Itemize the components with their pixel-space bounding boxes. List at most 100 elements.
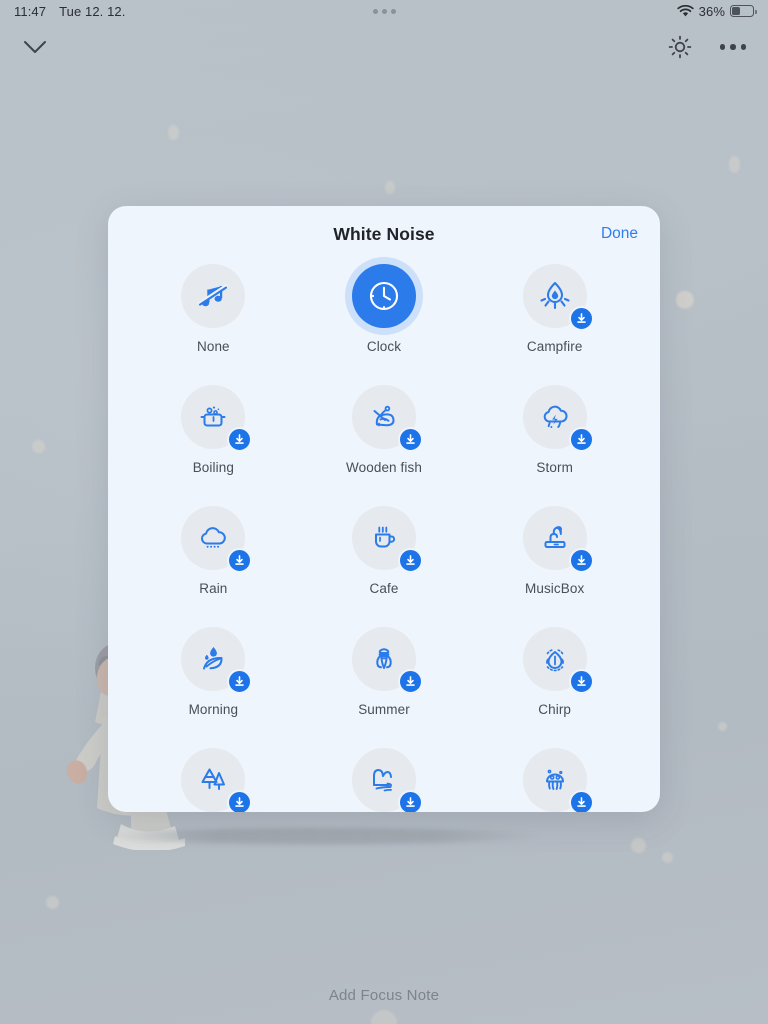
status-bar-left: 11:47 Tue 12. 12. <box>14 4 125 19</box>
bokeh-dot <box>168 125 179 140</box>
icon-wrap <box>351 627 423 694</box>
battery-percent-label: 36% <box>698 3 725 19</box>
sound-option-wooden-fish[interactable]: Wooden fish <box>299 385 470 475</box>
download-icon <box>406 434 415 444</box>
campfire-icon <box>540 282 570 310</box>
download-badge[interactable] <box>568 669 594 694</box>
sound-option-rain[interactable]: Rain <box>128 506 299 596</box>
modal-title: White Noise <box>333 223 435 244</box>
sound-label: MusicBox <box>525 581 585 596</box>
sound-option-cafe[interactable]: Cafe <box>299 506 470 596</box>
download-badge[interactable] <box>568 306 594 331</box>
icon-wrap <box>351 748 423 812</box>
done-button[interactable]: Done <box>601 225 638 243</box>
modal-header: White Noise Done <box>108 206 660 262</box>
chevron-down-icon <box>24 41 46 53</box>
status-time: 11:47 <box>14 3 47 19</box>
boiling-pot-icon <box>200 406 226 427</box>
sound-label: Clock <box>366 339 402 354</box>
download-badge[interactable] <box>397 427 423 452</box>
download-badge[interactable] <box>568 548 594 573</box>
download-badge[interactable] <box>227 548 253 573</box>
brightness-icon <box>668 35 691 59</box>
top-nav-bar <box>0 26 768 68</box>
sound-options-grid: None Clock Campfire Boiling Wooden fish … <box>108 262 660 812</box>
download-icon <box>406 797 415 807</box>
sound-option-campfire[interactable]: Campfire <box>469 264 640 354</box>
pine-trees-icon <box>201 768 226 790</box>
bokeh-dot <box>32 440 45 453</box>
music-box-icon <box>544 526 566 548</box>
sound-option-chirp[interactable]: Chirp <box>469 627 640 717</box>
cricket-icon <box>545 649 564 672</box>
white-noise-modal: White Noise Done None Clock Campfire Boi… <box>108 206 660 812</box>
sound-label: Storm <box>536 460 573 475</box>
bokeh-dot <box>729 156 740 173</box>
clock-icon <box>369 281 399 311</box>
icon-wrap <box>181 264 246 328</box>
add-focus-note-button[interactable]: Add Focus Note <box>0 987 768 1004</box>
download-icon <box>235 676 245 686</box>
more-options-button[interactable] <box>719 44 746 50</box>
download-badge[interactable] <box>568 427 594 452</box>
sound-option-boiling[interactable]: Boiling <box>128 385 299 475</box>
download-icon <box>406 555 415 565</box>
sound-option-storm[interactable]: Storm <box>469 385 640 475</box>
download-icon <box>235 797 245 807</box>
icon-circle <box>181 264 246 328</box>
music-note-off-icon <box>198 284 229 307</box>
sound-label: Wooden fish <box>346 460 422 475</box>
sound-label: None <box>196 339 230 354</box>
bokeh-dot <box>718 722 727 731</box>
sound-label: Cafe <box>369 581 399 596</box>
more-horizontal-icon <box>719 44 746 50</box>
icon-wrap <box>522 385 594 452</box>
download-badge[interactable] <box>227 427 253 452</box>
icon-wrap <box>181 385 253 452</box>
collapse-button[interactable] <box>22 39 48 55</box>
sound-label: Chirp <box>538 702 572 717</box>
top-nav-right <box>668 35 746 59</box>
download-icon <box>235 555 245 565</box>
status-bar: 11:47 Tue 12. 12. 36% <box>0 0 768 22</box>
sound-option-summer[interactable]: Summer <box>299 627 470 717</box>
sound-option-morning[interactable]: Morning <box>128 627 299 717</box>
download-badge[interactable] <box>227 790 253 812</box>
rain-cloud-icon <box>201 527 227 548</box>
download-badge[interactable] <box>227 669 253 694</box>
bokeh-dot <box>662 852 673 863</box>
jellyfish-icon <box>545 769 564 790</box>
icon-wrap <box>522 627 594 694</box>
icon-wrap <box>351 264 416 328</box>
dew-leaf-icon <box>203 647 223 670</box>
storm-cloud-icon <box>543 405 568 428</box>
stream-hills-icon <box>372 769 392 792</box>
icon-circle <box>351 264 416 328</box>
icon-wrap <box>181 506 253 573</box>
icon-wrap <box>181 627 253 694</box>
icon-wrap <box>522 506 594 573</box>
download-badge[interactable] <box>397 548 423 573</box>
wifi-icon <box>677 4 694 16</box>
sound-label: Summer <box>358 702 410 717</box>
sound-option-none[interactable]: None <box>128 264 299 354</box>
status-bar-right: 36% <box>677 3 757 19</box>
bokeh-dot <box>385 181 395 194</box>
bokeh-dot <box>631 838 646 853</box>
coffee-cup-icon <box>374 526 396 548</box>
battery-icon <box>730 5 757 17</box>
brightness-button[interactable] <box>668 35 692 59</box>
sound-option-stream[interactable]: Stream <box>299 748 470 812</box>
sound-label: Rain <box>199 581 228 596</box>
download-badge[interactable] <box>397 790 423 812</box>
three-dots-icon <box>372 8 396 14</box>
sound-option-musicbox[interactable]: MusicBox <box>469 506 640 596</box>
sound-label: Morning <box>188 702 239 717</box>
download-icon <box>576 434 586 444</box>
download-badge[interactable] <box>397 669 423 694</box>
sound-option-clock[interactable]: Clock <box>299 264 470 354</box>
download-badge[interactable] <box>568 790 594 812</box>
sound-option-deep-sea[interactable]: Deep Sea <box>469 748 640 812</box>
cicada-icon <box>376 648 392 669</box>
sound-option-forest[interactable]: Forest <box>128 748 299 812</box>
